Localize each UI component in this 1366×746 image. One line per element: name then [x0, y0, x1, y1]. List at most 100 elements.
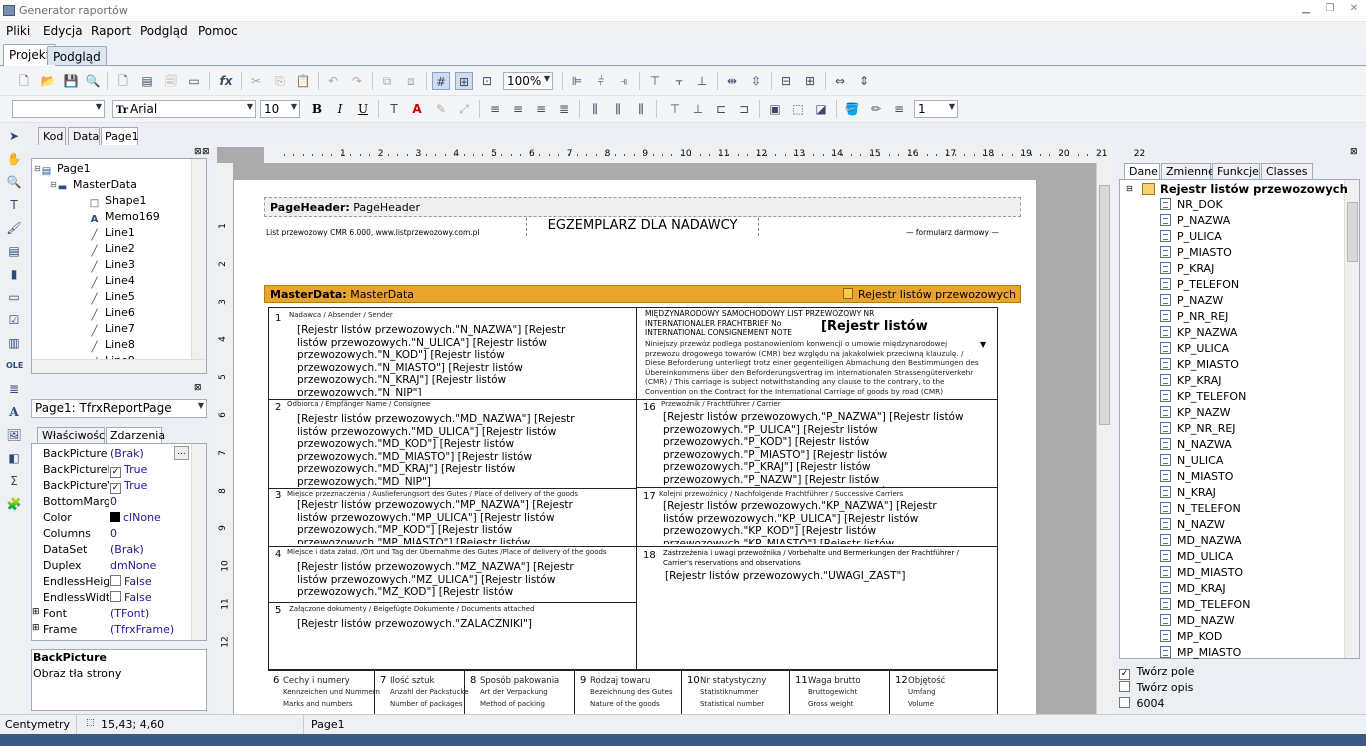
property-row[interactable]: BackPictureVi✓True — [31, 478, 205, 494]
space-v-icon[interactable]: ⇳ — [747, 72, 765, 90]
tab-properties[interactable]: Właściwości — [37, 427, 108, 443]
data-field[interactable]: MD_KRAJ — [1160, 582, 1226, 595]
form-note[interactable]: — formularz darmowy — — [906, 228, 999, 237]
property-checkbox[interactable]: ✓ — [110, 483, 121, 494]
property-value[interactable]: (Brak) — [110, 543, 144, 556]
same-width-icon[interactable]: ⇔ — [831, 72, 849, 90]
property-checkbox[interactable]: ✓ — [110, 467, 121, 478]
box2-text[interactable]: [Rejestr listów przewozowych."MD_NAZWA"]… — [297, 413, 582, 487]
frame-bottom-icon[interactable]: ⊥ — [689, 100, 707, 118]
band-tool-icon[interactable]: ▤ — [6, 243, 22, 259]
property-value[interactable]: (Brak) — [110, 447, 144, 460]
valign-bottom-icon[interactable]: ⫼ — [632, 100, 650, 118]
property-row[interactable]: EndlessWidth False — [31, 590, 205, 606]
frame-style-icon[interactable]: ≡ — [890, 100, 908, 118]
box1-text[interactable]: [Rejestr listów przewozowych."N_NAZWA"] … — [297, 324, 582, 396]
property-row[interactable]: BackPicturePr✓True — [31, 462, 205, 478]
data-field[interactable]: NR_DOK — [1160, 198, 1223, 211]
show-grid-icon[interactable]: # — [432, 72, 450, 90]
bottom-cell[interactable]: 11 Waga brutto Bruttogewicht Gross weight — [790, 670, 890, 714]
data-field[interactable]: KP_NR_REJ — [1160, 422, 1236, 435]
data-field[interactable]: MD_NAZW — [1160, 614, 1235, 627]
data-field[interactable]: P_TELEFON — [1160, 278, 1239, 291]
chart-tool-icon[interactable]: ▮ — [6, 266, 22, 282]
tab-funkcje[interactable]: Funkcje — [1212, 163, 1260, 179]
tree-item[interactable]: ▤ Page1 — [40, 162, 91, 178]
copy-title[interactable]: EGZEMPLARZ DLA NADAWCY — [526, 218, 759, 236]
data-field[interactable]: MD_ULICA — [1160, 550, 1233, 563]
style-combo[interactable]: ▼ — [12, 100, 105, 118]
align-bottom-icon[interactable]: ⊥ — [693, 72, 711, 90]
variables-icon[interactable]: fx — [217, 72, 235, 90]
frame-top-icon[interactable]: ⊤ — [666, 100, 684, 118]
data-field[interactable]: KP_NAZW — [1160, 406, 1231, 419]
tab-data[interactable]: Data — [68, 127, 100, 145]
tab-zmienne[interactable]: Zmienne — [1161, 163, 1215, 179]
align-top-icon[interactable]: ⊤ — [646, 72, 664, 90]
right-panel-close-icon[interactable]: ⊠ — [1350, 147, 1358, 157]
menu-edycja[interactable]: Edycja — [43, 24, 83, 38]
tree-item[interactable]: A Memo169 — [88, 210, 160, 226]
page-settings-icon[interactable]: ▭ — [185, 72, 203, 90]
data-field[interactable]: P_NR_REJ — [1160, 310, 1228, 323]
data-field[interactable]: MP_KOD — [1160, 630, 1222, 643]
tree-item[interactable]: ▬ MasterData — [56, 178, 137, 194]
align-center-h-icon[interactable]: ⫩ — [592, 72, 610, 90]
object-combo[interactable]: Page1: TfrxReportPage ▼ — [31, 399, 207, 418]
center-h-icon[interactable]: ⊟ — [777, 72, 795, 90]
box1-head[interactable]: Nadawca / Absender / Sender — [289, 311, 393, 319]
menu-raport[interactable]: Raport — [91, 24, 131, 38]
center-v-icon[interactable]: ⊞ — [801, 72, 819, 90]
tree-close-icon[interactable]: ⊠ — [194, 147, 202, 157]
ungroup-icon[interactable]: ⧈ — [402, 72, 420, 90]
property-value[interactable]: 0 — [110, 527, 117, 540]
select-tool-icon[interactable]: ➤ — [6, 128, 22, 144]
box2-head[interactable]: Odbiorca / Empfänger Name / Consignee — [287, 400, 430, 408]
data-field[interactable]: P_NAZW — [1160, 294, 1223, 307]
property-row[interactable]: Columns 0 — [31, 526, 205, 542]
group-icon[interactable]: ⧉ — [378, 72, 396, 90]
checkbox-tool-icon[interactable]: ☑ — [6, 312, 22, 328]
italic-icon[interactable]: I — [331, 100, 349, 118]
create-field-option[interactable]: ✓ Twórz pole — [1119, 665, 1194, 680]
text-tool-icon[interactable]: T — [6, 197, 22, 213]
tree-item[interactable]: ╱ Line1 — [88, 226, 134, 242]
property-value[interactable]: (TFont) — [110, 607, 149, 620]
rotation-icon[interactable]: ⤢ — [455, 100, 473, 118]
property-row[interactable]: Duplex dmNone — [31, 558, 205, 574]
shadow-icon[interactable]: ◪ — [812, 100, 830, 118]
gradient-tool-icon[interactable]: 🧩 — [6, 496, 22, 512]
box17-text[interactable]: [Rejestr listów przewozowych."KP_NAZWA"]… — [663, 500, 958, 544]
inspector-close-icon[interactable]: ⊠ — [194, 383, 202, 393]
barcode-tool-icon[interactable]: ▥ — [6, 335, 22, 351]
create-caption-option[interactable]: Twórz opis — [1119, 681, 1193, 694]
data-field[interactable]: N_KRAJ — [1160, 486, 1216, 499]
align-left-icon[interactable]: ⊫ — [568, 72, 586, 90]
cmr-note[interactable]: List przewozowy CMR 6.000, www.listprzew… — [266, 228, 480, 237]
property-checkbox[interactable] — [110, 575, 121, 586]
data-field[interactable]: P_KRAJ — [1160, 262, 1214, 275]
data-tree-scrollbar[interactable] — [1344, 180, 1359, 658]
box3-head[interactable]: Miejsce przeznaczenia / Auslieferungsort… — [287, 490, 578, 498]
maximize-button[interactable]: ❐ — [1320, 3, 1340, 17]
expand-icon[interactable]: ⊞ — [32, 607, 40, 617]
property-row[interactable]: ⊞ Font (TFont) — [31, 606, 205, 622]
tab-podglad[interactable]: Podgląd — [47, 46, 107, 65]
box18-head[interactable]: Zastrzeżenia i uwagi przewoźnika / Vorbe… — [663, 549, 973, 568]
box4-head[interactable]: Miejsce i data załad. /Ort und Tag der Ü… — [287, 548, 607, 556]
data-field[interactable]: N_NAZWA — [1160, 438, 1232, 451]
bottom-cell[interactable]: 10 Nr statystyczny Statistiknummer Statisti… — [682, 670, 790, 714]
masterdata-band[interactable]: MasterData: MasterData Rejestr listów pr… — [264, 285, 1021, 303]
intl-field[interactable]: [Rejestr listów — [821, 319, 928, 334]
highlight-icon[interactable]: T — [385, 100, 403, 118]
property-row[interactable]: BottomMargin0 — [31, 494, 205, 510]
bottom-cell[interactable]: 8 Sposób pakowania Art der Verpackung Metho… — [465, 670, 575, 714]
property-row[interactable]: DataSet (Brak) — [31, 542, 205, 558]
tab-events[interactable]: Zdarzenia — [106, 427, 165, 443]
formatting-icon[interactable]: ✎ — [432, 100, 450, 118]
box5-head[interactable]: Załączone dokumenty / Beigefügte Dokumen… — [289, 605, 534, 613]
frame-left-icon[interactable]: ⊏ — [712, 100, 730, 118]
tree-hscrollbar[interactable] — [32, 359, 206, 373]
fit-to-grid-icon[interactable]: ⊡ — [478, 72, 496, 90]
property-checkbox[interactable] — [110, 591, 121, 602]
